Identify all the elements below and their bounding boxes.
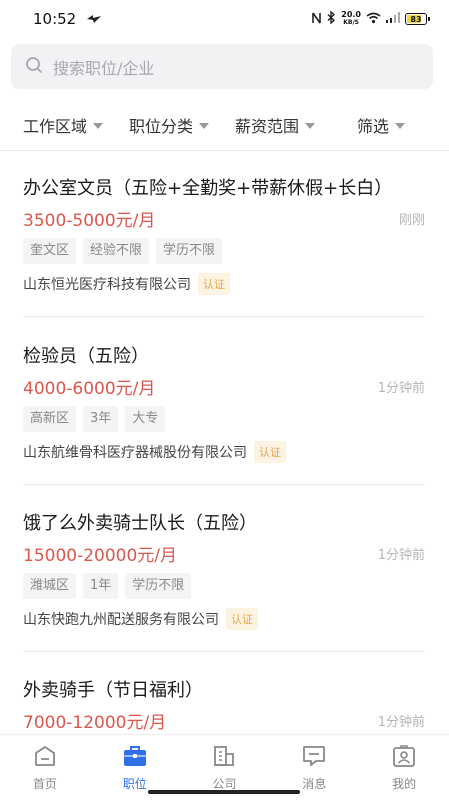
status-bar: 10:52 20.0 KB/S 83 <box>0 0 449 38</box>
nfc-icon <box>311 12 322 27</box>
search-input[interactable]: 搜索职位/企业 <box>11 44 433 89</box>
job-salary: 3500-5000元/月 <box>23 211 156 231</box>
filter-more[interactable]: 筛选 <box>357 113 406 137</box>
card-divider <box>23 651 425 652</box>
job-title: 办公室文员（五险+全勤奖+带薪休假+长白） <box>23 178 393 199</box>
filter-bar: 工作区域 职位分类 薪资范围 筛选 <box>0 103 449 147</box>
briefcase-icon <box>122 745 148 771</box>
job-posted-time: 1分钟前 <box>377 715 425 730</box>
job-card[interactable]: 检验员（五险） 4000-6000元/月 1分钟前 高新区 3年 大专 山东航维… <box>0 319 449 485</box>
tag-district: 奎文区 <box>23 238 77 264</box>
home-icon <box>33 745 57 771</box>
company-name: 山东恒光医疗科技有限公司 <box>23 277 191 293</box>
tag-district: 高新区 <box>23 406 77 432</box>
job-title: 饿了么外卖骑士队长（五险） <box>23 513 257 534</box>
job-salary: 4000-6000元/月 <box>23 379 156 399</box>
company-row: 山东恒光医疗科技有限公司 认证 <box>23 273 230 295</box>
card-divider <box>23 484 425 485</box>
tag-experience: 经验不限 <box>83 238 150 264</box>
filter-salary-range[interactable]: 薪资范围 <box>235 113 316 137</box>
tab-label: 首页 <box>32 777 57 791</box>
tag-experience: 3年 <box>83 406 119 432</box>
job-posted-time: 刚刚 <box>398 213 425 228</box>
job-posted-time: 1分钟前 <box>377 548 425 563</box>
company-row: 山东航维骨科医疗器械股份有限公司 认证 <box>23 441 286 463</box>
job-title: 检验员（五险） <box>23 346 149 367</box>
tab-label: 职位 <box>122 777 147 791</box>
tab-profile[interactable]: 我的 <box>359 735 449 800</box>
status-time: 10:52 <box>33 10 77 28</box>
tag-district: 潍城区 <box>23 573 77 599</box>
notification-bird-icon <box>86 10 102 29</box>
network-speed: 20.0 KB/S <box>341 10 361 27</box>
tag-education: 学历不限 <box>125 573 192 599</box>
job-title: 外卖骑手（节日福利） <box>23 680 203 701</box>
job-tags: 潍城区 1年 学历不限 <box>23 573 192 599</box>
profile-icon <box>392 745 416 771</box>
bluetooth-icon <box>327 10 336 27</box>
job-salary: 7000-12000元/月 <box>23 713 167 733</box>
job-card[interactable]: 办公室文员（五险+全勤奖+带薪休假+长白） 3500-5000元/月 刚刚 奎文… <box>0 151 449 317</box>
company-name: 山东航维骨科医疗器械股份有限公司 <box>23 445 247 461</box>
tab-label: 消息 <box>302 777 327 791</box>
tag-education: 大专 <box>125 406 166 432</box>
wifi-icon <box>366 12 381 27</box>
job-tags: 高新区 3年 大专 <box>23 406 166 432</box>
card-divider <box>23 316 425 317</box>
battery-icon: 83 <box>405 13 430 25</box>
filter-job-category[interactable]: 职位分类 <box>129 113 210 137</box>
job-tags: 奎文区 经验不限 学历不限 <box>23 238 223 264</box>
tag-education: 学历不限 <box>156 238 223 264</box>
chevron-down-icon <box>93 123 104 129</box>
chevron-down-icon <box>199 123 210 129</box>
job-salary: 15000-20000元/月 <box>23 546 178 566</box>
chevron-down-icon <box>305 123 316 129</box>
job-posted-time: 1分钟前 <box>377 381 425 396</box>
message-icon <box>302 745 326 771</box>
search-icon <box>25 56 43 78</box>
search-placeholder: 搜索职位/企业 <box>53 58 155 78</box>
verified-badge: 认证 <box>198 273 230 295</box>
verified-badge: 认证 <box>226 608 258 630</box>
company-row: 山东快跑九州配送服务有限公司 认证 <box>23 608 258 630</box>
job-card[interactable]: 饿了么外卖骑士队长（五险） 15000-20000元/月 1分钟前 潍城区 1年… <box>0 486 449 652</box>
company-name: 山东快跑九州配送服务有限公司 <box>23 612 219 628</box>
home-indicator[interactable] <box>148 790 300 794</box>
building-icon <box>212 745 236 771</box>
chevron-down-icon <box>395 123 406 129</box>
tab-label: 我的 <box>392 777 417 791</box>
filter-work-area[interactable]: 工作区域 <box>23 113 104 137</box>
signal-icon <box>386 12 400 26</box>
tag-experience: 1年 <box>83 573 119 599</box>
tab-home[interactable]: 首页 <box>0 735 90 800</box>
verified-badge: 认证 <box>254 441 286 463</box>
